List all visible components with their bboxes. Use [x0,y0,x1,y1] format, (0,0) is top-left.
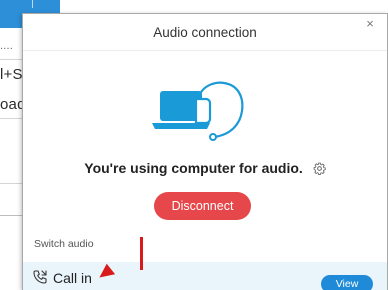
annotation-line [140,237,143,270]
background-text-line-1: l+S [0,66,23,83]
background-separator [0,183,24,184]
close-icon[interactable]: × [363,17,377,31]
audio-status: You're using computer for audio. [23,160,387,176]
switch-audio-label: Switch audio [34,238,94,250]
phone-icon [33,270,47,284]
call-in-label: Call in [53,270,92,286]
background-overflow-dots: .... [0,40,14,52]
background-separator [0,118,24,119]
background-panel [0,36,24,216]
view-button[interactable]: View [321,275,373,290]
background-header-divider [32,0,33,8]
title-separator [23,50,387,51]
call-in-option[interactable]: Call in View [23,262,387,290]
dialog-title: Audio connection [153,25,257,40]
gear-icon[interactable] [313,162,326,175]
audio-connection-dialog: Audio connection × You're using computer… [22,13,388,290]
disconnect-button[interactable]: Disconnect [154,192,251,220]
computer-headset-icon [152,81,244,141]
background-separator [0,59,24,60]
audio-status-text: You're using computer for audio. [84,160,303,176]
annotation-arrow-icon [99,263,116,278]
